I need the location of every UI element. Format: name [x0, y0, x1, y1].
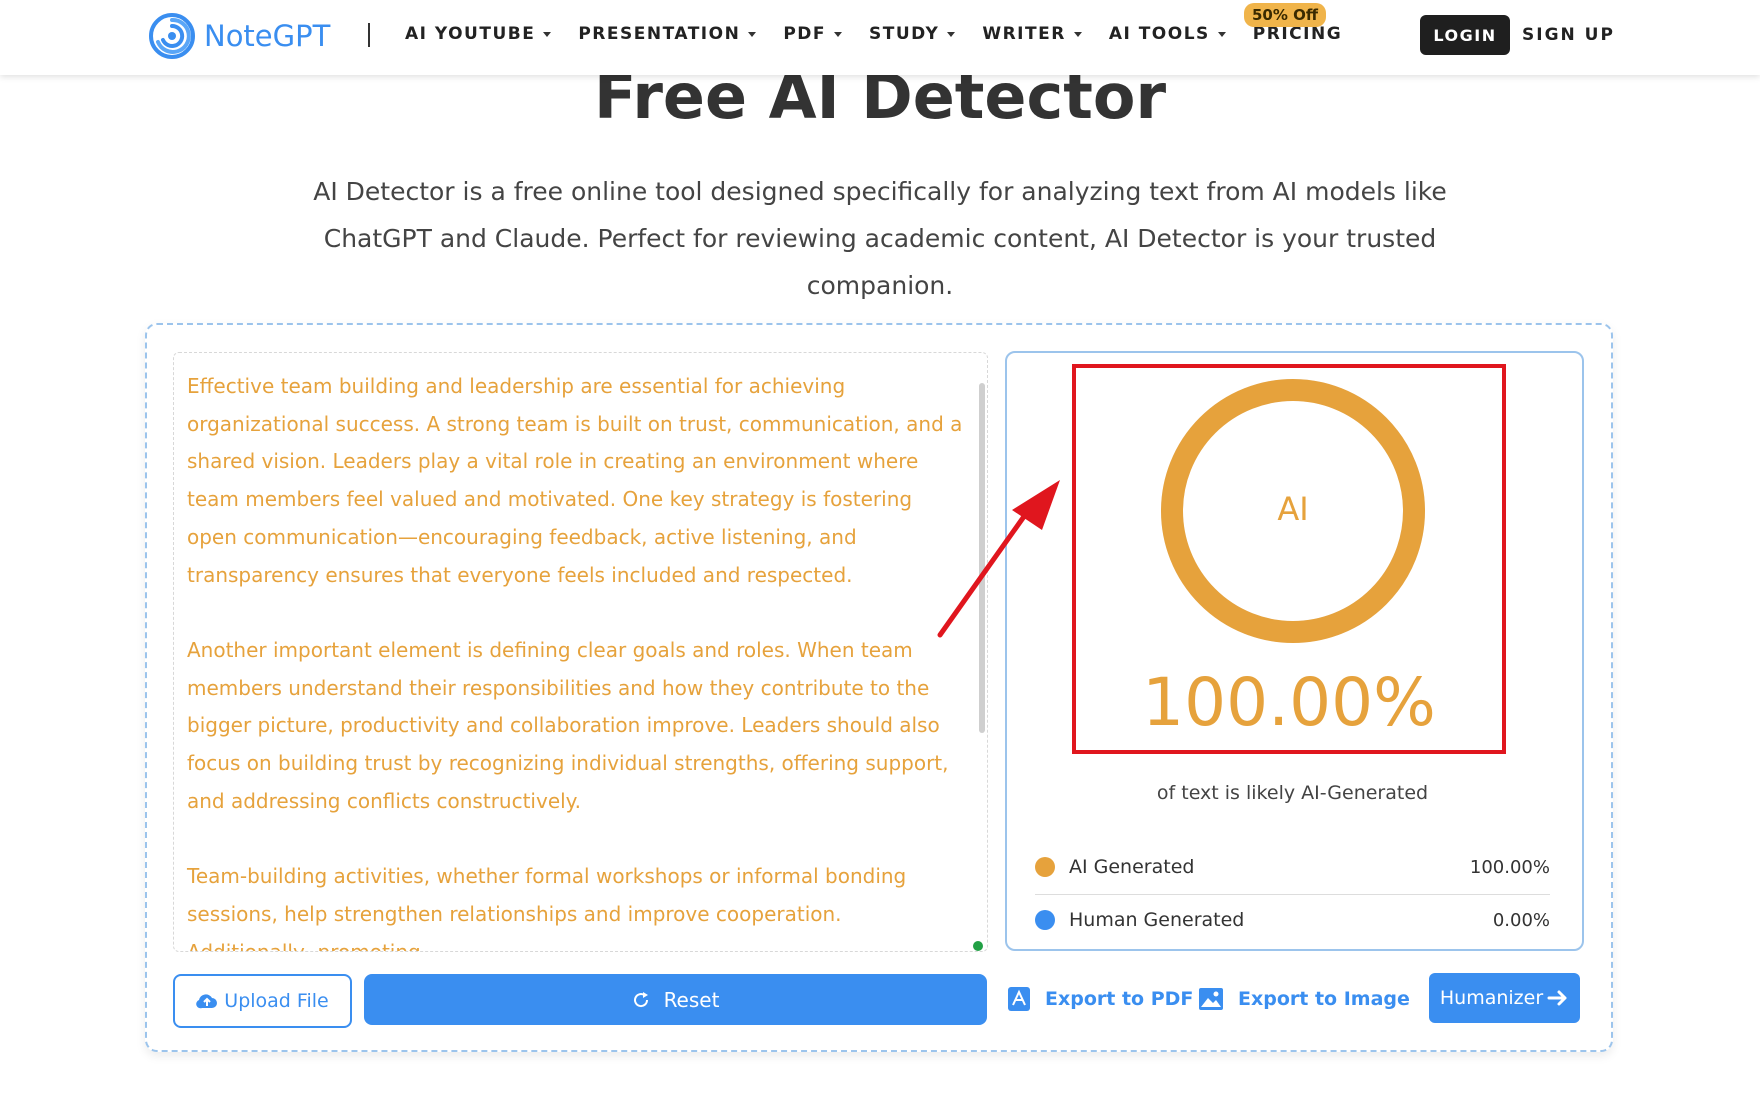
text-paragraph: Another important element is defining cl…	[187, 637, 949, 813]
pdf-icon	[1008, 987, 1030, 1011]
login-button[interactable]: LOGIN	[1420, 15, 1510, 55]
nav-label: STUDY	[869, 24, 940, 44]
export-image-label: Export to Image	[1238, 988, 1410, 1010]
result-caption: of text is likely AI-Generated	[1156, 782, 1429, 804]
caret-down-icon	[748, 31, 757, 37]
legend-human-generated: Human Generated 0.00%	[1035, 900, 1550, 940]
legend-label: AI Generated	[1069, 856, 1195, 878]
text-paragraph: Effective team building and leadership a…	[187, 374, 963, 587]
upload-label: Upload File	[224, 990, 329, 1012]
nav-label: PRESENTATION	[578, 24, 741, 44]
humanizer-label: Humanizer	[1439, 987, 1544, 1009]
annotation-highlight-box	[1072, 364, 1506, 754]
caret-down-icon	[543, 31, 552, 37]
export-image-button[interactable]: Export to Image	[1198, 982, 1410, 1016]
cloud-upload-icon	[196, 994, 218, 1009]
signup-button[interactable]: SIGN UP	[1522, 25, 1615, 45]
nav-writer[interactable]: WRITER	[982, 24, 1082, 44]
image-icon	[1199, 988, 1223, 1010]
arrow-right-icon	[1547, 990, 1567, 1006]
nav-study[interactable]: STUDY	[869, 24, 956, 44]
legend-ai-generated: AI Generated 100.00%	[1035, 847, 1550, 887]
legend-value: 100.00%	[1469, 856, 1550, 878]
nav-ai-tools[interactable]: AI TOOLS	[1109, 24, 1226, 44]
header-divider	[368, 23, 370, 47]
main-nav: AI YOUTUBE PRESENTATION PDF STUDY WRITER…	[405, 24, 1369, 44]
nav-label: PDF	[783, 24, 826, 44]
caret-down-icon	[947, 31, 956, 37]
humanizer-button[interactable]: Humanizer	[1429, 973, 1580, 1023]
reset-label: Reset	[663, 987, 720, 1012]
site-header: NoteGPT AI YOUTUBE PRESENTATION PDF STUD…	[0, 0, 1760, 75]
nav-pdf[interactable]: PDF	[783, 24, 842, 44]
status-indicator	[973, 941, 983, 951]
legend-divider	[1035, 894, 1550, 895]
nav-presentation[interactable]: PRESENTATION	[578, 24, 757, 44]
nav-label: PRICING	[1252, 24, 1343, 44]
annotation-arrow-icon	[937, 480, 1060, 638]
upload-file-button[interactable]: Upload File	[173, 974, 352, 1028]
text-paragraph: Team-building activities, whether formal…	[187, 864, 907, 952]
export-pdf-button[interactable]: Export to PDF	[1007, 982, 1193, 1016]
caret-down-icon	[834, 31, 842, 37]
discount-badge: 50% Off	[1244, 3, 1327, 27]
nav-label: AI YOUTUBE	[405, 24, 536, 44]
swirl-logo-icon	[149, 13, 195, 59]
export-pdf-label: Export to PDF	[1045, 988, 1194, 1010]
human-dot-icon	[1035, 910, 1055, 930]
logo[interactable]: NoteGPT	[148, 12, 330, 60]
input-text: Effective team building and leadership a…	[187, 368, 967, 952]
refresh-icon	[633, 991, 648, 1007]
reset-button[interactable]: Reset	[364, 974, 987, 1025]
nav-label: WRITER	[982, 24, 1066, 44]
legend-value: 0.00%	[1492, 909, 1550, 931]
legend-label: Human Generated	[1069, 909, 1245, 931]
nav-label: AI TOOLS	[1108, 24, 1210, 44]
caret-down-icon	[1073, 31, 1082, 37]
caret-down-icon	[1217, 31, 1226, 37]
ai-dot-icon	[1035, 857, 1055, 877]
nav-ai-youtube[interactable]: AI YOUTUBE	[405, 24, 552, 44]
page-description: AI Detector is a free online tool design…	[313, 177, 1447, 300]
nav-pricing[interactable]: PRICING	[1253, 24, 1342, 44]
brand-name: NoteGPT	[204, 19, 331, 53]
text-input-area[interactable]: Effective team building and leadership a…	[173, 352, 988, 952]
